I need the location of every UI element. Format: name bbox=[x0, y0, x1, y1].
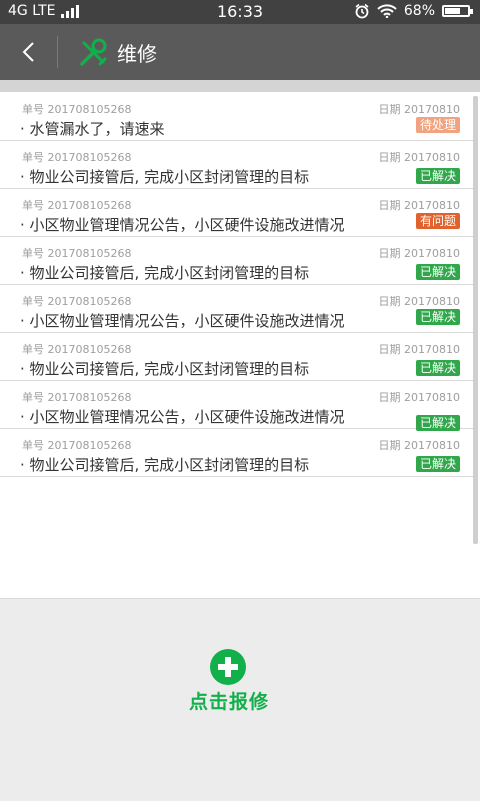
order-date: 日期 20170810 bbox=[378, 151, 461, 164]
item-text: · 物业公司接管后, 完成小区封闭管理的目标 bbox=[20, 360, 310, 378]
alarm-icon bbox=[355, 3, 369, 19]
scrollbar[interactable] bbox=[473, 96, 478, 544]
status-badge: 已解决 bbox=[415, 456, 460, 472]
order-number: 单号 201708105268 bbox=[22, 103, 132, 116]
list-item[interactable]: 单号 201708105268 日期 20170810 · 物业公司接管后, 完成小… bbox=[0, 429, 474, 477]
plus-circle-icon bbox=[210, 649, 246, 685]
status-bar: 4G LTE 16:33 68% bbox=[0, 0, 480, 24]
bottom-panel: 点击报修 bbox=[0, 598, 480, 801]
order-date: 日期 20170810 bbox=[378, 295, 461, 308]
order-date: 日期 20170810 bbox=[378, 247, 461, 260]
list-item[interactable]: 单号 201708105268 日期 20170810 · 物业公司接管后, 完成小… bbox=[0, 333, 474, 381]
list-item[interactable]: 单号 201708105268 日期 20170810 · 小区物业管理情况公告，小… bbox=[0, 189, 474, 237]
order-number: 单号 201708105268 bbox=[22, 247, 132, 260]
order-number: 单号 201708105268 bbox=[22, 439, 132, 452]
status-badge: 有问题 bbox=[415, 213, 460, 229]
list-item[interactable]: 单号 201708105268 日期 20170810 · 物业公司接管后, 完成小… bbox=[0, 141, 474, 189]
list-item[interactable]: 单号 201708105268 日期 20170810 · 小区物业管理情况公告，小… bbox=[0, 381, 474, 431]
report-repair-label: 点击报修 bbox=[188, 691, 269, 713]
order-number: 单号 201708105268 bbox=[22, 295, 132, 308]
item-text: · 小区物业管理情况公告，小区硬件设施改进情况 bbox=[20, 312, 345, 330]
order-date: 日期 20170810 bbox=[378, 343, 461, 356]
battery-icon bbox=[442, 5, 473, 17]
header-shadow bbox=[0, 80, 480, 92]
item-text: · 小区物业管理情况公告，小区硬件设施改进情况 bbox=[20, 408, 345, 426]
order-date: 日期 20170810 bbox=[378, 103, 461, 116]
back-button[interactable] bbox=[12, 36, 44, 68]
status-badge: 已解决 bbox=[415, 360, 460, 376]
order-date: 日期 20170810 bbox=[378, 199, 461, 212]
title-bar: 维修 bbox=[0, 24, 480, 80]
status-badge: 已解决 bbox=[415, 264, 460, 280]
status-badge: 已解决 bbox=[415, 309, 460, 325]
order-number: 单号 201708105268 bbox=[22, 391, 132, 404]
order-date: 日期 20170810 bbox=[378, 391, 461, 404]
status-badge: 待处理 bbox=[415, 117, 460, 133]
list-item[interactable]: 单号 201708105268 日期 20170810 · 水管漏水了，请速来 待处理 bbox=[0, 93, 474, 141]
item-text: · 水管漏水了，请速来 bbox=[20, 120, 165, 138]
repair-list: 单号 201708105268 日期 20170810 · 水管漏水了，请速来 待处理… bbox=[0, 92, 480, 598]
chevron-left-icon bbox=[22, 42, 34, 62]
title-divider bbox=[57, 36, 58, 68]
list-item[interactable]: 单号 201708105268 日期 20170810 · 物业公司接管后, 完成小… bbox=[0, 237, 474, 285]
order-number: 单号 201708105268 bbox=[22, 199, 132, 212]
battery-percent: 68% bbox=[403, 3, 435, 19]
item-text: · 物业公司接管后, 完成小区封闭管理的目标 bbox=[20, 264, 310, 282]
item-text: · 小区物业管理情况公告，小区硬件设施改进情况 bbox=[20, 216, 345, 234]
status-badge: 已解决 bbox=[415, 168, 460, 184]
order-number: 单号 201708105268 bbox=[22, 151, 132, 164]
wifi-icon bbox=[377, 4, 397, 18]
order-date: 日期 20170810 bbox=[378, 439, 461, 452]
page-title: 维修 bbox=[117, 42, 157, 66]
report-repair-button[interactable]: 点击报修 bbox=[189, 649, 290, 719]
order-number: 单号 201708105268 bbox=[22, 343, 132, 356]
item-text: · 物业公司接管后, 完成小区封闭管理的目标 bbox=[20, 168, 310, 186]
item-text: · 物业公司接管后, 完成小区封闭管理的目标 bbox=[20, 456, 310, 474]
list-item[interactable]: 单号 201708105268 日期 20170810 · 小区物业管理情况公告，小… bbox=[0, 285, 474, 333]
tools-icon bbox=[80, 38, 107, 66]
